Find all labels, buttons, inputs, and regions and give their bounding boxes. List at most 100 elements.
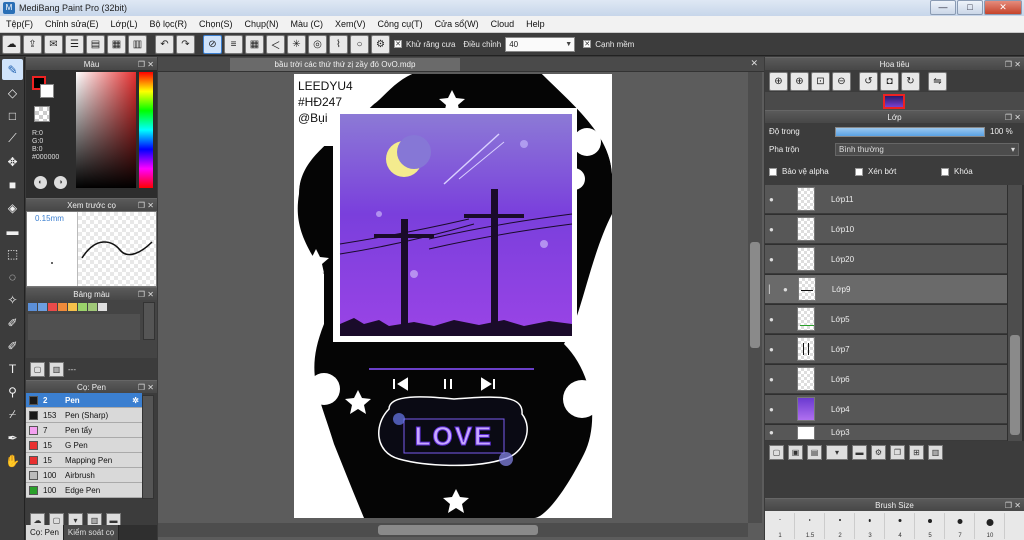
maximize-button[interactable]: □ — [957, 0, 983, 15]
layer-folder-icon[interactable]: ▬ — [852, 444, 867, 460]
palette-swatch[interactable] — [38, 303, 47, 311]
pen-icon[interactable]: ✒ — [2, 427, 23, 448]
lock-checkbox[interactable] — [941, 168, 949, 176]
scroll-thumb[interactable] — [750, 242, 760, 348]
magic-wand-icon[interactable]: ✧ — [2, 289, 23, 310]
menu-color[interactable]: Màu (C) — [285, 19, 330, 29]
zoom-in-icon[interactable]: ⊕ — [769, 71, 788, 91]
brush-size-cell[interactable]: 2 — [825, 513, 855, 539]
zoom-in-alt-icon[interactable]: ⊕ — [790, 71, 809, 91]
layer-row[interactable]: ▏ ● Lớp9 — [765, 275, 1007, 304]
bucket-tool-icon[interactable]: ◈ — [2, 197, 23, 218]
menu-tools[interactable]: Công cụ(T) — [372, 19, 429, 29]
eye-icon[interactable]: ● — [769, 255, 783, 264]
menu-file[interactable]: Tệp(F) — [0, 19, 39, 29]
undo-icon[interactable]: ↶ — [155, 34, 174, 54]
menu-layer[interactable]: Lớp(L) — [105, 19, 144, 29]
antialias-checkbox[interactable]: ✕ — [394, 40, 402, 48]
brush-tool-icon[interactable]: ✎ — [2, 59, 23, 80]
reset-view-icon[interactable]: ◘ — [880, 71, 899, 91]
snap-settings-icon[interactable]: ⚙ — [371, 34, 390, 54]
select-tool-icon[interactable]: ⬚ — [2, 243, 23, 264]
tab-brush-control[interactable]: Kiểm soát cọ — [63, 525, 120, 540]
blend-mode-dropdown[interactable]: Bình thường ▾ — [835, 143, 1019, 156]
delete-palette-icon[interactable]: ▥ — [49, 361, 64, 377]
layer-scrollbar[interactable] — [1008, 185, 1022, 441]
zoom-out-icon[interactable]: ⊖ — [832, 71, 851, 91]
eye-icon[interactable]: ● — [769, 345, 783, 354]
eye-icon[interactable]: ● — [769, 225, 783, 234]
brush-item[interactable]: 2 Pen ✲ — [26, 393, 142, 408]
scroll-thumb[interactable] — [378, 525, 538, 535]
add-palette-icon[interactable]: ▢ — [30, 361, 45, 377]
scroll-thumb[interactable] — [1010, 335, 1020, 435]
brush-size-cell[interactable]: 10 — [975, 513, 1005, 539]
smooth-edge-checkbox[interactable]: ✕ — [583, 40, 592, 48]
transparent-color-swatch[interactable] — [34, 106, 50, 122]
layer-row[interactable]: ● Lớp11 — [765, 185, 1007, 214]
opacity-slider[interactable] — [835, 127, 985, 137]
brush-item[interactable]: 100 Airbrush — [26, 468, 142, 483]
hue-slider[interactable] — [139, 72, 153, 188]
fit-window-icon[interactable]: ⊡ — [811, 71, 830, 91]
divide-tool-icon[interactable]: ⚲ — [2, 381, 23, 402]
brush-item[interactable]: 153 Pen (Sharp) — [26, 408, 142, 423]
select-pen-icon[interactable]: ✐ — [2, 312, 23, 333]
color-wheel-icon[interactable]: ◐ — [34, 176, 47, 189]
flip-horizontal-icon[interactable]: ⇋ — [928, 71, 947, 91]
menu-filter[interactable]: Bộ lọc(R) — [143, 19, 193, 29]
brush-list-scrollbar[interactable] — [142, 395, 154, 499]
tab-brush[interactable]: Cọ: Pen — [26, 525, 64, 540]
palette-swatch[interactable] — [28, 303, 37, 311]
dot-tool-icon[interactable]: □ — [2, 105, 23, 126]
adjust-dropdown[interactable]: 40 ▼ — [505, 36, 576, 52]
menu-cloud[interactable]: Cloud — [485, 19, 521, 29]
protect-alpha-checkbox[interactable] — [769, 168, 777, 176]
color-picker-icon[interactable]: ◑ — [54, 176, 67, 189]
eye-icon[interactable]: ● — [769, 315, 783, 324]
layer-row[interactable]: ● Lớp4 — [765, 395, 1007, 424]
panel-close-icon[interactable]: ❐ ✕ — [1005, 58, 1021, 71]
snap-off-icon[interactable]: ⊘ — [203, 34, 222, 54]
grid-snap-icon[interactable]: ▦ — [245, 34, 264, 54]
panel-close-icon[interactable]: ❐ ✕ — [1005, 499, 1021, 512]
eye-icon[interactable]: ● — [769, 428, 783, 437]
layer-row[interactable]: ● Lớp20 — [765, 245, 1007, 274]
palette-swatch[interactable] — [68, 303, 77, 311]
brush-size-cell[interactable]: 7 — [945, 513, 975, 539]
circle-snap-icon[interactable]: ○ — [350, 34, 369, 54]
menu-edit[interactable]: Chỉnh sửa(E) — [39, 19, 105, 29]
palette-swatch[interactable] — [98, 303, 107, 311]
close-icon[interactable]: ✕ — [750, 58, 758, 69]
palette-swatch[interactable] — [78, 303, 87, 311]
comment-icon[interactable]: ✉ — [44, 34, 63, 54]
menu-view[interactable]: Xem(V) — [329, 19, 372, 29]
select-eraser-icon[interactable]: ✐ — [2, 335, 23, 356]
line-tool-icon[interactable]: ⟋ — [2, 128, 23, 149]
clipping-checkbox[interactable] — [855, 168, 863, 176]
catalog-icon[interactable]: ▦ — [107, 34, 126, 54]
lasso-tool-icon[interactable]: ◌ — [2, 266, 23, 287]
menu-help[interactable]: Help — [520, 19, 551, 29]
rotate-left-icon[interactable]: ↺ — [859, 71, 878, 91]
new-layer-8bit-icon[interactable]: ▣ — [788, 444, 803, 460]
brush-item[interactable]: 7 Pen tẩy — [26, 423, 142, 438]
saturation-value-picker[interactable] — [76, 72, 136, 188]
background-color-swatch[interactable] — [40, 84, 54, 98]
artwork-canvas[interactable]: LEEDYU4 #HĐ247 @Bụi LOVE — [294, 74, 612, 518]
document-icon[interactable]: ▤ — [86, 34, 105, 54]
rotate-right-icon[interactable]: ↻ — [901, 71, 920, 91]
redo-icon[interactable]: ↷ — [176, 34, 195, 54]
eraser-tool-icon[interactable]: ◇ — [2, 82, 23, 103]
menu-select[interactable]: Chọn(S) — [193, 19, 239, 29]
eyedropper-icon[interactable]: ⌿ — [2, 404, 23, 425]
layer-row[interactable]: ● Lớp7 — [765, 335, 1007, 364]
brush-item[interactable]: 15 Mapping Pen — [26, 453, 142, 468]
gradient-tool-icon[interactable]: ▬ — [2, 220, 23, 241]
palette-swatch[interactable] — [58, 303, 67, 311]
menu-window[interactable]: Cửa sổ(W) — [429, 19, 485, 29]
move-tool-icon[interactable]: ✥ — [2, 151, 23, 172]
share-icon[interactable]: ⇪ — [23, 34, 42, 54]
layer-row[interactable]: ● Lớp5 — [765, 305, 1007, 334]
parallel-snap-icon[interactable]: ≡ — [224, 34, 243, 54]
